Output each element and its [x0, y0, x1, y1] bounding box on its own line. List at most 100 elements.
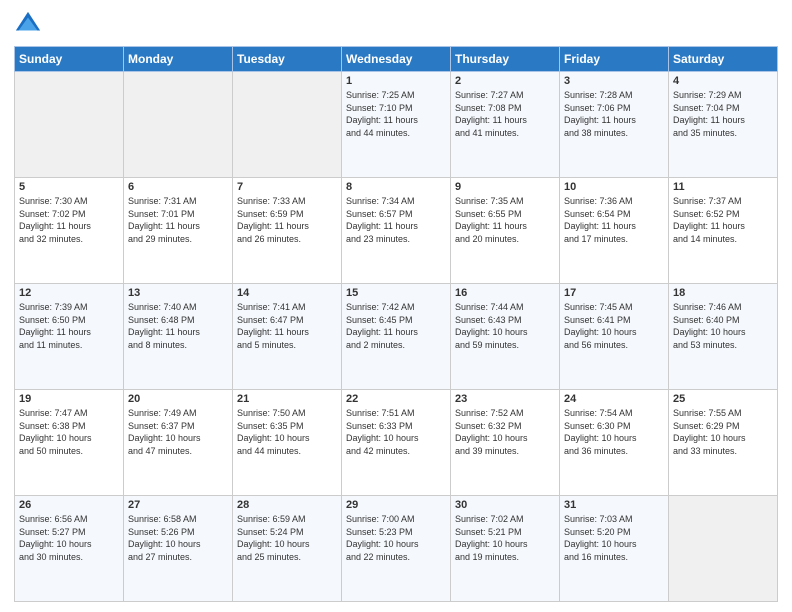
day-info: Sunrise: 7:50 AM Sunset: 6:35 PM Dayligh… [237, 407, 337, 457]
day-number: 30 [455, 499, 555, 511]
calendar-day-cell: 26 Sunrise: 6:56 AM Sunset: 5:27 PM Dayli… [15, 496, 124, 602]
day-info: Sunrise: 7:51 AM Sunset: 6:33 PM Dayligh… [346, 407, 446, 457]
day-number: 21 [237, 393, 337, 405]
calendar-day-cell: 15Sunrise: 7:42 AM Sunset: 6:45 PM Dayli… [342, 284, 451, 390]
calendar-day-cell: 10 Sunrise: 7:36 AM Sunset: 6:54 PM Dayli… [560, 178, 669, 284]
day-number: 15 [346, 287, 446, 299]
day-number: 31 [564, 499, 664, 511]
calendar-day-cell: 28Sunrise: 6:59 AM Sunset: 5:24 PM Dayli… [233, 496, 342, 602]
day-info: Sunrise: 7:29 AM Sunset: 7:04 PM Dayligh… [673, 89, 773, 139]
day-number: 27 [128, 499, 228, 511]
day-number: 8 [346, 181, 446, 193]
day-number: 3 [564, 75, 664, 87]
day-info: Sunrise: 7:31 AM Sunset: 7:01 PM Dayligh… [128, 195, 228, 245]
calendar-day-cell: 27 Sunrise: 6:58 AM Sunset: 5:26 PM Dayli… [124, 496, 233, 602]
day-number: 20 [128, 393, 228, 405]
weekday-header: Tuesday [233, 47, 342, 72]
day-info: Sunrise: 6:59 AM Sunset: 5:24 PM Dayligh… [237, 513, 337, 563]
weekday-header: Saturday [669, 47, 778, 72]
day-info: Sunrise: 6:56 AM Sunset: 5:27 PM Dayligh… [19, 513, 119, 563]
calendar-day-cell: 9 Sunrise: 7:35 AM Sunset: 6:55 PM Daylig… [451, 178, 560, 284]
day-info: Sunrise: 7:41 AM Sunset: 6:47 PM Dayligh… [237, 301, 337, 351]
calendar-week-row: 5 Sunrise: 7:30 AM Sunset: 7:02 PM Daylig… [15, 178, 778, 284]
calendar-day-cell: 3 Sunrise: 7:28 AM Sunset: 7:06 PM Daylig… [560, 72, 669, 178]
day-number: 16 [455, 287, 555, 299]
day-info: Sunrise: 7:30 AM Sunset: 7:02 PM Dayligh… [19, 195, 119, 245]
day-info: Sunrise: 7:46 AM Sunset: 6:40 PM Dayligh… [673, 301, 773, 351]
day-number: 24 [564, 393, 664, 405]
day-info: Sunrise: 7:03 AM Sunset: 5:20 PM Dayligh… [564, 513, 664, 563]
calendar-day-cell: 23 Sunrise: 7:52 AM Sunset: 6:32 PM Dayli… [451, 390, 560, 496]
day-info: Sunrise: 7:00 AM Sunset: 5:23 PM Dayligh… [346, 513, 446, 563]
calendar-day-cell [233, 72, 342, 178]
calendar-week-row: 19Sunrise: 7:47 AM Sunset: 6:38 PM Dayli… [15, 390, 778, 496]
calendar-header-row: SundayMondayTuesdayWednesdayThursdayFrid… [15, 47, 778, 72]
calendar-day-cell: 4Sunrise: 7:29 AM Sunset: 7:04 PM Daylig… [669, 72, 778, 178]
day-number: 29 [346, 499, 446, 511]
calendar-week-row: 12 Sunrise: 7:39 AM Sunset: 6:50 PM Dayli… [15, 284, 778, 390]
page-header [14, 10, 778, 38]
day-info: Sunrise: 7:47 AM Sunset: 6:38 PM Dayligh… [19, 407, 119, 457]
calendar-day-cell: 13Sunrise: 7:40 AM Sunset: 6:48 PM Dayli… [124, 284, 233, 390]
day-info: Sunrise: 7:33 AM Sunset: 6:59 PM Dayligh… [237, 195, 337, 245]
logo-icon [14, 10, 42, 38]
calendar-day-cell: 6Sunrise: 7:31 AM Sunset: 7:01 PM Daylig… [124, 178, 233, 284]
day-number: 11 [673, 181, 773, 193]
day-info: Sunrise: 7:44 AM Sunset: 6:43 PM Dayligh… [455, 301, 555, 351]
day-info: Sunrise: 7:45 AM Sunset: 6:41 PM Dayligh… [564, 301, 664, 351]
weekday-header: Friday [560, 47, 669, 72]
day-number: 9 [455, 181, 555, 193]
day-info: Sunrise: 7:39 AM Sunset: 6:50 PM Dayligh… [19, 301, 119, 351]
calendar-day-cell [669, 496, 778, 602]
page-container: SundayMondayTuesdayWednesdayThursdayFrid… [0, 0, 792, 612]
day-number: 13 [128, 287, 228, 299]
day-number: 5 [19, 181, 119, 193]
calendar-day-cell: 14 Sunrise: 7:41 AM Sunset: 6:47 PM Dayli… [233, 284, 342, 390]
calendar-day-cell [15, 72, 124, 178]
day-number: 18 [673, 287, 773, 299]
calendar-day-cell: 18 Sunrise: 7:46 AM Sunset: 6:40 PM Dayli… [669, 284, 778, 390]
day-info: Sunrise: 7:25 AM Sunset: 7:10 PM Dayligh… [346, 89, 446, 139]
day-number: 14 [237, 287, 337, 299]
day-number: 12 [19, 287, 119, 299]
calendar-day-cell: 2Sunrise: 7:27 AM Sunset: 7:08 PM Daylig… [451, 72, 560, 178]
calendar-day-cell: 12 Sunrise: 7:39 AM Sunset: 6:50 PM Dayli… [15, 284, 124, 390]
calendar-day-cell: 11 Sunrise: 7:37 AM Sunset: 6:52 PM Dayli… [669, 178, 778, 284]
weekday-header: Monday [124, 47, 233, 72]
calendar-day-cell: 30Sunrise: 7:02 AM Sunset: 5:21 PM Dayli… [451, 496, 560, 602]
day-number: 1 [346, 75, 446, 87]
calendar-day-cell: 16 Sunrise: 7:44 AM Sunset: 6:43 PM Dayli… [451, 284, 560, 390]
weekday-header: Thursday [451, 47, 560, 72]
day-info: Sunrise: 7:28 AM Sunset: 7:06 PM Dayligh… [564, 89, 664, 139]
calendar-day-cell: 20 Sunrise: 7:49 AM Sunset: 6:37 PM Dayli… [124, 390, 233, 496]
day-number: 10 [564, 181, 664, 193]
calendar-day-cell: 21 Sunrise: 7:50 AM Sunset: 6:35 PM Dayli… [233, 390, 342, 496]
day-number: 23 [455, 393, 555, 405]
calendar-day-cell: 24 Sunrise: 7:54 AM Sunset: 6:30 PM Dayli… [560, 390, 669, 496]
day-number: 26 [19, 499, 119, 511]
day-number: 22 [346, 393, 446, 405]
weekday-header: Wednesday [342, 47, 451, 72]
day-info: Sunrise: 7:54 AM Sunset: 6:30 PM Dayligh… [564, 407, 664, 457]
day-info: Sunrise: 7:49 AM Sunset: 6:37 PM Dayligh… [128, 407, 228, 457]
day-info: Sunrise: 7:36 AM Sunset: 6:54 PM Dayligh… [564, 195, 664, 245]
logo [14, 10, 46, 38]
weekday-header: Sunday [15, 47, 124, 72]
day-info: Sunrise: 7:34 AM Sunset: 6:57 PM Dayligh… [346, 195, 446, 245]
day-info: Sunrise: 7:37 AM Sunset: 6:52 PM Dayligh… [673, 195, 773, 245]
day-number: 2 [455, 75, 555, 87]
calendar-day-cell: 8 Sunrise: 7:34 AM Sunset: 6:57 PM Daylig… [342, 178, 451, 284]
day-info: Sunrise: 6:58 AM Sunset: 5:26 PM Dayligh… [128, 513, 228, 563]
calendar-day-cell: 5 Sunrise: 7:30 AM Sunset: 7:02 PM Daylig… [15, 178, 124, 284]
calendar-day-cell: 29 Sunrise: 7:00 AM Sunset: 5:23 PM Dayli… [342, 496, 451, 602]
calendar-table: SundayMondayTuesdayWednesdayThursdayFrid… [14, 46, 778, 602]
day-info: Sunrise: 7:35 AM Sunset: 6:55 PM Dayligh… [455, 195, 555, 245]
calendar-day-cell: 19Sunrise: 7:47 AM Sunset: 6:38 PM Dayli… [15, 390, 124, 496]
calendar-day-cell: 17Sunrise: 7:45 AM Sunset: 6:41 PM Dayli… [560, 284, 669, 390]
calendar-week-row: 1 Sunrise: 7:25 AM Sunset: 7:10 PM Daylig… [15, 72, 778, 178]
day-info: Sunrise: 7:52 AM Sunset: 6:32 PM Dayligh… [455, 407, 555, 457]
calendar-day-cell: 1 Sunrise: 7:25 AM Sunset: 7:10 PM Daylig… [342, 72, 451, 178]
calendar-day-cell: 7Sunrise: 7:33 AM Sunset: 6:59 PM Daylig… [233, 178, 342, 284]
calendar-day-cell: 25Sunrise: 7:55 AM Sunset: 6:29 PM Dayli… [669, 390, 778, 496]
calendar-day-cell [124, 72, 233, 178]
